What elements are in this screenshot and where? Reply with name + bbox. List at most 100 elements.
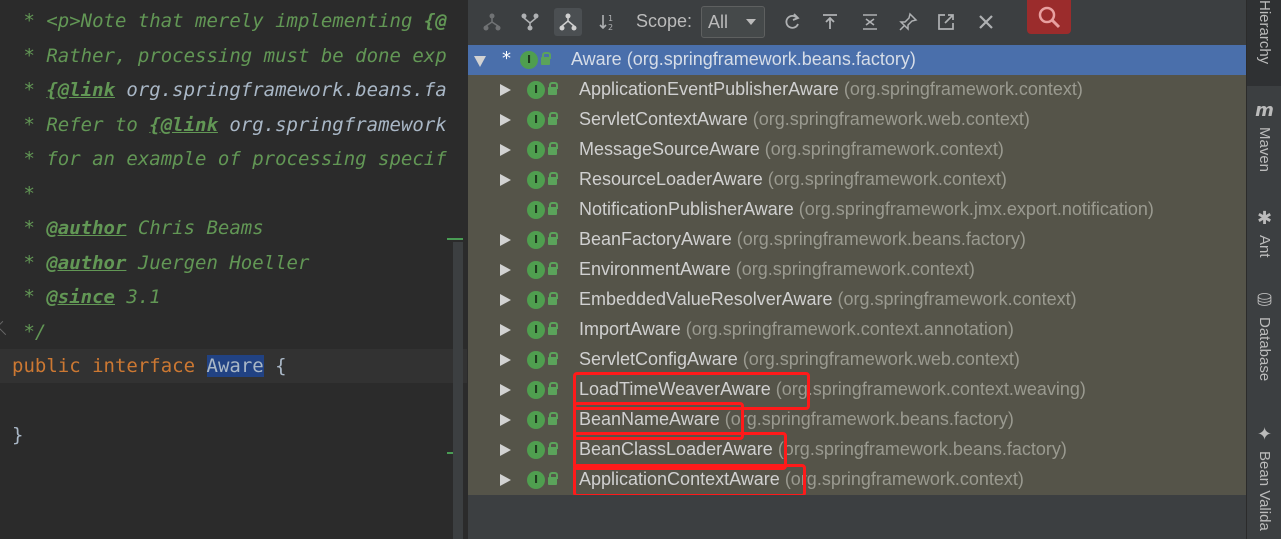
- lock-icon: [548, 322, 558, 335]
- tree-item-label: ImportAware (org.springframework.context…: [579, 319, 1014, 339]
- lock-icon: [548, 172, 558, 185]
- tree-row[interactable]: I ServletContextAware (org.springframewor…: [468, 105, 1247, 135]
- tree-row[interactable]: I ApplicationEventPublisherAware (org.spr…: [468, 75, 1247, 105]
- tab-bean-validation[interactable]: ✦ Bean Valida: [1247, 420, 1281, 531]
- collapsed-arrow-icon[interactable]: [500, 264, 511, 276]
- tree-item-label: EnvironmentAware (org.springframework.co…: [579, 259, 975, 279]
- interface-icon: I: [520, 51, 538, 69]
- tree-row[interactable]: I ResourceLoaderAware (org.springframewor…: [468, 165, 1247, 195]
- interface-icon: I: [527, 471, 545, 489]
- tree-root-row[interactable]: * I Aware (org.springframework.beans.fac…: [468, 45, 1247, 75]
- svg-text:2: 2: [608, 23, 613, 32]
- code-line: *: [12, 183, 35, 205]
- tree-row[interactable]: I NotificationPublisherAware (org.springf…: [468, 195, 1247, 225]
- chevron-down-icon: [746, 19, 756, 25]
- lock-icon: [548, 112, 558, 125]
- change-marker: [447, 238, 463, 240]
- interface-icon: I: [527, 411, 545, 429]
- collapse-all-icon[interactable]: [856, 8, 884, 36]
- lock-icon: [548, 442, 558, 455]
- pin-icon[interactable]: [894, 8, 922, 36]
- selected-identifier: Aware: [206, 355, 264, 377]
- tree-row[interactable]: I ImportAware (org.springframework.contex…: [468, 315, 1247, 345]
- interface-icon: I: [527, 261, 545, 279]
- search-icon[interactable]: [1027, 0, 1071, 34]
- fold-icon[interactable]: [0, 320, 12, 336]
- tree-row[interactable]: I BeanFactoryAware (org.springframework.b…: [468, 225, 1247, 255]
- lock-icon: [548, 412, 558, 425]
- interface-icon: I: [527, 291, 545, 309]
- code-line: * Rather, processing must be done exp: [12, 45, 447, 67]
- tree-item-label: ResourceLoaderAware (org.springframework…: [579, 169, 1007, 189]
- collapsed-arrow-icon[interactable]: [500, 474, 511, 486]
- hierarchy-toolbar: 12 Scope: All: [468, 0, 1247, 44]
- collapsed-arrow-icon[interactable]: [500, 174, 511, 186]
- scope-value: All: [708, 12, 729, 32]
- highlight-box-application-context: [573, 464, 806, 497]
- bean-validation-icon: ✦: [1256, 424, 1273, 445]
- collapsed-arrow-icon[interactable]: [500, 294, 511, 306]
- code-line: * <p>Note that merely implementing {@: [12, 10, 447, 32]
- code-line: * @since 3.1: [12, 286, 161, 308]
- supertypes-hierarchy-icon[interactable]: [516, 8, 544, 36]
- tab-database[interactable]: ⛁ Database: [1247, 286, 1281, 381]
- expanded-arrow-icon[interactable]: [474, 56, 486, 67]
- tree-item-label: Aware (org.springframework.beans.factory…: [571, 49, 916, 69]
- hierarchy-panel: 12 Scope: All * I Aware (org.springframe…: [467, 0, 1247, 539]
- tree-row[interactable]: I MessageSourceAware (org.springframework…: [468, 135, 1247, 165]
- lock-icon: [548, 382, 558, 395]
- current-class-marker: *: [502, 48, 511, 69]
- code-line-interface-declaration: public interface Aware {: [12, 355, 287, 377]
- collapsed-arrow-icon[interactable]: [500, 324, 511, 336]
- interface-icon: I: [527, 351, 545, 369]
- tree-row[interactable]: I EmbeddedValueResolverAware (org.springf…: [468, 285, 1247, 315]
- collapsed-arrow-icon[interactable]: [500, 444, 511, 456]
- type-hierarchy-icon[interactable]: [478, 8, 506, 36]
- tree-item-label: BeanFactoryAware (org.springframework.be…: [579, 229, 1026, 249]
- tree-item-label: MessageSourceAware (org.springframework.…: [579, 139, 1004, 159]
- scope-dropdown[interactable]: All: [701, 6, 765, 38]
- tree-item-label: EmbeddedValueResolverAware (org.springfr…: [579, 289, 1077, 309]
- lock-icon: [548, 262, 558, 275]
- interface-icon: I: [527, 141, 545, 159]
- tab-hierarchy[interactable]: Hierarchy: [1247, 0, 1281, 86]
- sort-alphabetically-icon[interactable]: 12: [594, 8, 622, 36]
- lock-icon: [548, 292, 558, 305]
- collapsed-arrow-icon[interactable]: [500, 414, 511, 426]
- database-icon: ⛁: [1256, 290, 1273, 311]
- code-line: * Refer to {@link org.springframework: [12, 114, 447, 136]
- tree-row[interactable]: I ServletConfigAware (org.springframework…: [468, 345, 1247, 375]
- lock-icon: [548, 202, 558, 215]
- scope-label: Scope:: [636, 11, 693, 31]
- tab-ant[interactable]: ✱ Ant: [1247, 204, 1281, 258]
- open-in-window-icon[interactable]: [932, 8, 960, 36]
- interface-icon: I: [527, 81, 545, 99]
- lock-icon: [548, 142, 558, 155]
- collapsed-arrow-icon[interactable]: [500, 234, 511, 246]
- close-icon[interactable]: [972, 8, 1000, 36]
- tab-maven[interactable]: m Maven: [1247, 96, 1281, 172]
- tree-row[interactable]: I EnvironmentAware (org.springframework.c…: [468, 255, 1247, 285]
- interface-icon: I: [527, 171, 545, 189]
- collapsed-arrow-icon[interactable]: [500, 114, 511, 126]
- subtypes-hierarchy-icon[interactable]: [554, 8, 582, 36]
- svg-text:1: 1: [608, 14, 613, 23]
- interface-icon: I: [527, 441, 545, 459]
- code-line: */: [12, 321, 47, 343]
- code-editor[interactable]: * <p>Note that merely implementing {@ * …: [0, 0, 467, 539]
- maven-icon: m: [1255, 100, 1274, 121]
- lock-icon: [548, 472, 558, 485]
- code-line: }: [12, 424, 24, 446]
- tree-item-label: ApplicationEventPublisherAware (org.spri…: [579, 79, 1083, 99]
- collapsed-arrow-icon[interactable]: [500, 384, 511, 396]
- collapsed-arrow-icon[interactable]: [500, 144, 511, 156]
- editor-scrollbar[interactable]: [453, 242, 463, 539]
- lock-icon: [548, 82, 558, 95]
- lock-icon: [541, 52, 551, 65]
- interface-icon: I: [527, 231, 545, 249]
- refresh-icon[interactable]: [778, 8, 806, 36]
- code-line: * @author Juergen Hoeller: [12, 252, 310, 274]
- collapsed-arrow-icon[interactable]: [500, 354, 511, 366]
- expand-all-icon[interactable]: [816, 8, 844, 36]
- collapsed-arrow-icon[interactable]: [500, 84, 511, 96]
